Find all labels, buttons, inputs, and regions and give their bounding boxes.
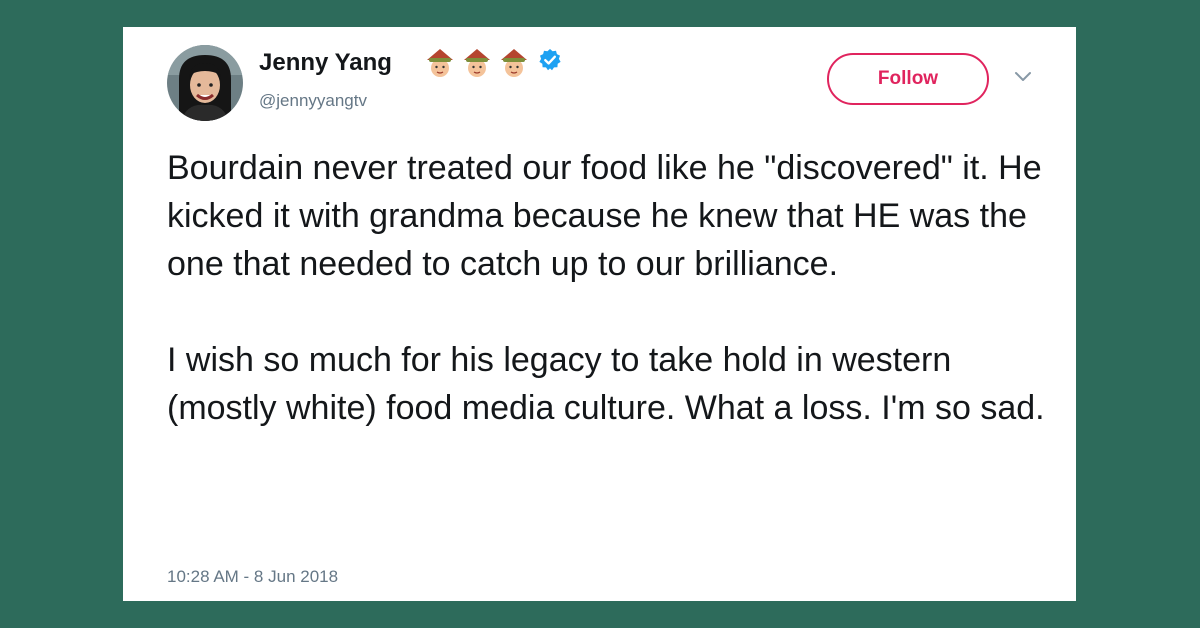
tweet-card: Jenny Yang @jennyyangtv Follow Bourdain … (123, 27, 1076, 601)
avatar[interactable] (167, 45, 243, 121)
follow-button[interactable]: Follow (827, 53, 989, 105)
tweet-timestamp[interactable]: 10:28 AM - 8 Jun 2018 (167, 567, 338, 587)
avatar-image (167, 45, 243, 121)
tweet-text: Bourdain never treated our food like he … (167, 144, 1047, 432)
name-badges (425, 46, 562, 78)
author-name[interactable]: Jenny Yang (259, 49, 392, 77)
rice-hat-emoji-icon (462, 46, 492, 78)
tweet-paragraph: I wish so much for his legacy to take ho… (167, 341, 1045, 427)
rice-hat-emoji-icon (499, 46, 529, 78)
chevron-down-icon[interactable] (1014, 70, 1032, 82)
verified-badge-icon (538, 48, 562, 72)
author-handle[interactable]: @jennyyangtv (259, 91, 367, 111)
rice-hat-emoji-icon (425, 46, 455, 78)
tweet-paragraph: Bourdain never treated our food like he … (167, 149, 1042, 283)
